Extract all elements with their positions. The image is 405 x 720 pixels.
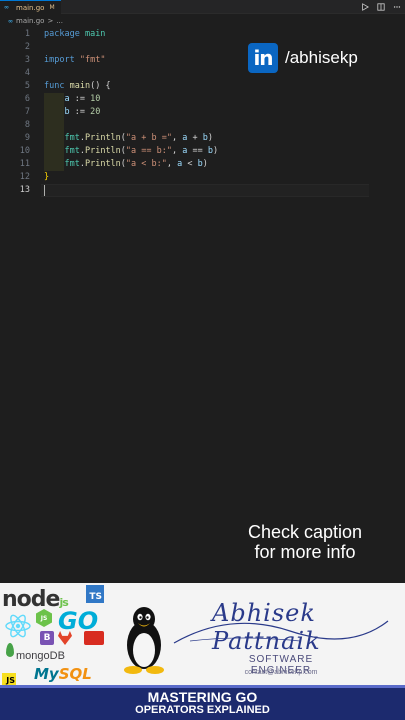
line-number: 4 — [24, 68, 30, 78]
code-text: a := 10 — [64, 94, 101, 104]
line-number: 9 — [24, 133, 30, 143]
more-actions-icon[interactable] — [392, 3, 401, 12]
split-editor-icon[interactable] — [376, 3, 385, 12]
editor-toolbar — [360, 0, 401, 14]
mysql-my: My — [34, 665, 59, 683]
node-wordmark: node — [2, 587, 60, 612]
author-banner: nodejs TS JS GO B mongoDB JS MySQL Abhis — [0, 583, 405, 685]
tab-label: main.go — [16, 3, 45, 12]
video-title: MASTERING GO — [147, 689, 258, 705]
redis-icon — [84, 631, 104, 645]
modified-indicator: M — [49, 4, 55, 11]
title-stripe — [0, 685, 405, 688]
signature-name: Abhisek Pattnaik — [212, 599, 321, 655]
breadcrumb: ∞ main.go > ... — [0, 15, 405, 27]
line-number: 12 — [19, 172, 30, 182]
linkedin-badge: in /abhisekp — [248, 43, 358, 73]
breadcrumb-more[interactable]: ... — [56, 17, 63, 25]
line-number: 13 — [19, 185, 30, 195]
react-icon — [5, 614, 31, 638]
line-number: 8 — [24, 120, 30, 130]
text-cursor — [44, 185, 45, 196]
tab-main-go[interactable]: ∞ main.go M — [0, 0, 61, 14]
run-icon[interactable] — [360, 3, 369, 12]
typescript-icon: TS — [86, 585, 104, 603]
code-text: package main — [44, 29, 106, 39]
line-number: 10 — [19, 146, 30, 156]
javascript-icon: JS — [2, 673, 16, 685]
mysql-sql: SQL — [58, 665, 92, 683]
code-line: 9 fmt.Println("a + b =", a + b) — [0, 132, 405, 145]
go-file-icon: ∞ — [8, 17, 13, 25]
line-number: 6 — [24, 94, 30, 104]
caption-line-2: for more info — [254, 542, 356, 562]
code-line: 8 — [0, 119, 405, 132]
code-line: 1 package main — [0, 28, 405, 41]
editor-tab-bar: ∞ main.go M — [0, 0, 405, 14]
video-subtitle: OPERATORS EXPLAINED — [135, 704, 270, 716]
code-text: b := 20 — [64, 107, 101, 117]
line-number: 7 — [24, 107, 30, 117]
contact-email: contact@abhisekp.com — [244, 669, 318, 676]
mongodb-leaf-icon — [6, 643, 14, 657]
line-number: 11 — [19, 159, 30, 169]
caption-line-1: Check caption — [247, 522, 363, 542]
linkedin-icon: in — [248, 43, 278, 73]
mongodb-logo: mongoDB — [16, 650, 65, 662]
code-text: } — [44, 172, 50, 182]
line-number: 1 — [24, 29, 30, 39]
bootstrap-icon: B — [40, 631, 54, 645]
video-title-bar: MASTERING GO OPERATORS EXPLAINED — [0, 685, 405, 720]
code-line: 7 b := 20 — [0, 106, 405, 119]
code-text: fmt.Println("a == b:", a == b) — [64, 146, 219, 156]
code-line: 11 fmt.Println("a < b:", a < b) — [0, 158, 405, 171]
code-text: import "fmt" — [44, 55, 106, 65]
code-text: fmt.Println("a + b =", a + b) — [64, 133, 213, 143]
current-line-highlight — [41, 184, 369, 197]
line-number: 3 — [24, 55, 30, 65]
code-line: 12 } — [0, 171, 405, 184]
breadcrumb-file[interactable]: main.go — [16, 17, 44, 25]
code-line-current: 13 — [0, 184, 405, 197]
indent-highlight — [44, 119, 64, 132]
line-number: 5 — [24, 81, 30, 91]
linkedin-handle: /abhisekp — [285, 48, 358, 67]
tech-logos: nodejs TS JS GO B mongoDB JS MySQL — [0, 583, 115, 685]
breadcrumb-separator: > — [47, 17, 54, 25]
caption-note: Check caption for more info — [230, 522, 380, 562]
code-line: 6 a := 10 — [0, 93, 405, 106]
mysql-logo: MySQL — [34, 665, 92, 683]
go-file-icon: ∞ — [4, 4, 9, 11]
tux-penguin-icon — [124, 607, 164, 674]
code-text: func main() { — [44, 81, 111, 91]
code-text: fmt.Println("a < b:", a < b) — [64, 159, 208, 169]
code-line: 5 func main() { — [0, 80, 405, 93]
code-line: 10 fmt.Println("a == b:", a == b) — [0, 145, 405, 158]
line-number: 2 — [24, 42, 30, 52]
